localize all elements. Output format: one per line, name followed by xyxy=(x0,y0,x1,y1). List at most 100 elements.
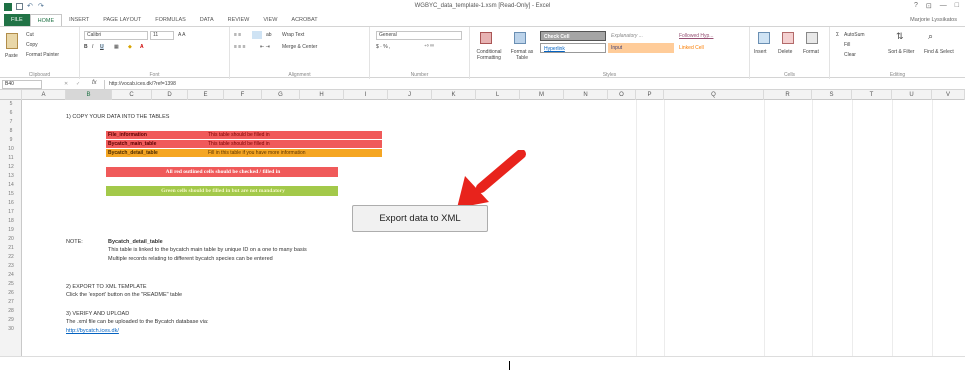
style-explanatory[interactable]: Explanatory ... xyxy=(608,31,674,41)
tab-page-layout[interactable]: PAGE LAYOUT xyxy=(96,14,148,26)
font-color-icon[interactable]: A xyxy=(140,44,144,50)
column-header[interactable]: P xyxy=(636,90,664,100)
cut-button[interactable]: Cut xyxy=(26,32,34,38)
column-header[interactable]: G xyxy=(262,90,300,100)
tab-view[interactable]: VIEW xyxy=(256,14,284,26)
row-header[interactable]: 16 xyxy=(0,199,22,207)
align-left-icon[interactable]: ≡ ≡ ≡ xyxy=(234,44,246,50)
delete-cells-icon[interactable] xyxy=(782,32,794,44)
format-as-table-icon[interactable] xyxy=(514,32,526,44)
copy-button[interactable]: Copy xyxy=(26,42,38,48)
autosum-button[interactable]: AutoSum xyxy=(844,32,865,38)
sort-filter-button[interactable]: Sort & Filter xyxy=(888,49,914,55)
column-header[interactable]: C xyxy=(112,90,152,100)
row-header[interactable]: 13 xyxy=(0,172,22,180)
align-top-icon[interactable]: ≡ ≡ xyxy=(234,32,241,38)
red-outline-note[interactable]: All red outlined cells should be checked… xyxy=(106,167,338,177)
style-linked-cell[interactable]: Linked Cell xyxy=(676,43,742,53)
tab-file[interactable]: FILE xyxy=(4,14,30,26)
format-cells-icon[interactable] xyxy=(806,32,818,44)
tab-home[interactable]: HOME xyxy=(29,14,63,26)
row-header[interactable]: 25 xyxy=(0,280,22,288)
font-size-select[interactable]: 11 xyxy=(150,31,174,40)
style-hyperlink[interactable]: Hyperlink xyxy=(540,43,606,53)
row-header[interactable]: 17 xyxy=(0,208,22,216)
format-painter-button[interactable]: Format Painter xyxy=(26,52,59,58)
style-check-cell[interactable]: Check Cell xyxy=(540,31,606,41)
column-header[interactable]: L xyxy=(476,90,520,100)
name-box[interactable]: B40 xyxy=(2,80,42,89)
style-input[interactable]: Input xyxy=(608,43,674,53)
column-header[interactable]: T xyxy=(852,90,892,100)
column-header[interactable]: B xyxy=(66,90,112,100)
green-cells-note[interactable]: Green cells should be filled in but are … xyxy=(106,186,338,196)
format-button[interactable]: Format xyxy=(803,49,819,55)
row-header[interactable]: 11 xyxy=(0,154,22,162)
user-name[interactable]: Marjorie Lyssikatos xyxy=(910,14,957,26)
row-header[interactable]: 26 xyxy=(0,289,22,297)
bycatch-detail-label[interactable]: Bycatch_detail_table xyxy=(106,149,206,157)
file-information-label[interactable]: File_information xyxy=(106,131,206,139)
sort-filter-icon[interactable]: ⇅ xyxy=(896,31,904,42)
bycatch-main-label[interactable]: Bycatch_main_table xyxy=(106,140,206,148)
cancel-icon[interactable]: ✕ xyxy=(64,81,68,87)
row-header[interactable]: 18 xyxy=(0,217,22,225)
ribbon-display-icon[interactable]: ⊡ xyxy=(926,2,932,10)
insert-function-icon[interactable]: fx xyxy=(92,80,97,86)
bycatch-link[interactable]: http://bycatch.ices.dk/ xyxy=(66,327,119,335)
conditional-formatting-button[interactable]: Conditional Formatting xyxy=(472,49,506,61)
row-header[interactable]: 6 xyxy=(0,109,22,117)
column-header[interactable]: Q xyxy=(664,90,764,100)
row-header[interactable]: 14 xyxy=(0,181,22,189)
currency-icon[interactable]: $ · % , xyxy=(376,44,390,50)
autosum-icon[interactable]: Σ xyxy=(836,32,839,38)
minimize-icon[interactable]: — xyxy=(940,2,947,10)
conditional-formatting-icon[interactable] xyxy=(480,32,492,44)
row-header[interactable]: 21 xyxy=(0,244,22,252)
tab-insert[interactable]: INSERT xyxy=(62,14,96,26)
row-header[interactable]: 24 xyxy=(0,271,22,279)
paste-button[interactable]: Paste xyxy=(5,53,18,59)
insert-cells-icon[interactable] xyxy=(758,32,770,44)
row-header[interactable]: 19 xyxy=(0,226,22,234)
column-header[interactable]: E xyxy=(188,90,224,100)
column-header[interactable]: O xyxy=(608,90,636,100)
row-header[interactable]: 28 xyxy=(0,307,22,315)
row-header[interactable]: 29 xyxy=(0,316,22,324)
file-information-note[interactable]: This table should be filled in xyxy=(206,131,382,139)
grow-font-icon[interactable]: A A xyxy=(178,32,186,38)
delete-button[interactable]: Delete xyxy=(778,49,792,55)
wrap-text-button[interactable]: Wrap Text xyxy=(282,32,304,38)
bycatch-main-note[interactable]: This table should be filled in xyxy=(206,140,382,148)
help-icon[interactable]: ? xyxy=(914,2,918,10)
row-header[interactable]: 15 xyxy=(0,190,22,198)
format-as-table-button[interactable]: Format as Table xyxy=(508,49,536,61)
column-header[interactable]: J xyxy=(388,90,432,100)
enter-icon[interactable]: ✓ xyxy=(76,81,80,87)
column-header[interactable]: U xyxy=(892,90,932,100)
row-header[interactable]: 27 xyxy=(0,298,22,306)
column-header[interactable]: I xyxy=(344,90,388,100)
tab-acrobat[interactable]: ACROBAT xyxy=(284,14,324,26)
find-select-icon[interactable]: ⌕ xyxy=(928,31,933,42)
column-header[interactable]: D xyxy=(152,90,188,100)
bycatch-detail-note[interactable]: Fill in this table if you have more info… xyxy=(206,149,382,157)
column-header[interactable]: F xyxy=(224,90,262,100)
column-header[interactable]: N xyxy=(564,90,608,100)
borders-icon[interactable]: ▦ xyxy=(114,44,119,50)
fill-color-icon[interactable]: ◆ xyxy=(128,44,132,50)
formula-input[interactable]: http://vocab.ices.dk/?ref=1398 xyxy=(104,80,959,89)
column-header[interactable]: K xyxy=(432,90,476,100)
row-header[interactable]: 22 xyxy=(0,253,22,261)
decimal-icon[interactable]: ⁺⁰ ⁰⁰ xyxy=(424,44,434,50)
row-header[interactable]: 30 xyxy=(0,325,22,333)
row-header[interactable]: 23 xyxy=(0,262,22,270)
number-format-select[interactable]: General xyxy=(376,31,462,40)
fill-button[interactable]: Fill xyxy=(844,42,850,48)
tab-data[interactable]: DATA xyxy=(193,14,221,26)
column-header[interactable]: A xyxy=(22,90,66,100)
row-header[interactable]: 8 xyxy=(0,127,22,135)
underline-icon[interactable]: U xyxy=(100,44,104,50)
row-header[interactable]: 10 xyxy=(0,145,22,153)
clear-button[interactable]: Clear xyxy=(844,52,856,58)
